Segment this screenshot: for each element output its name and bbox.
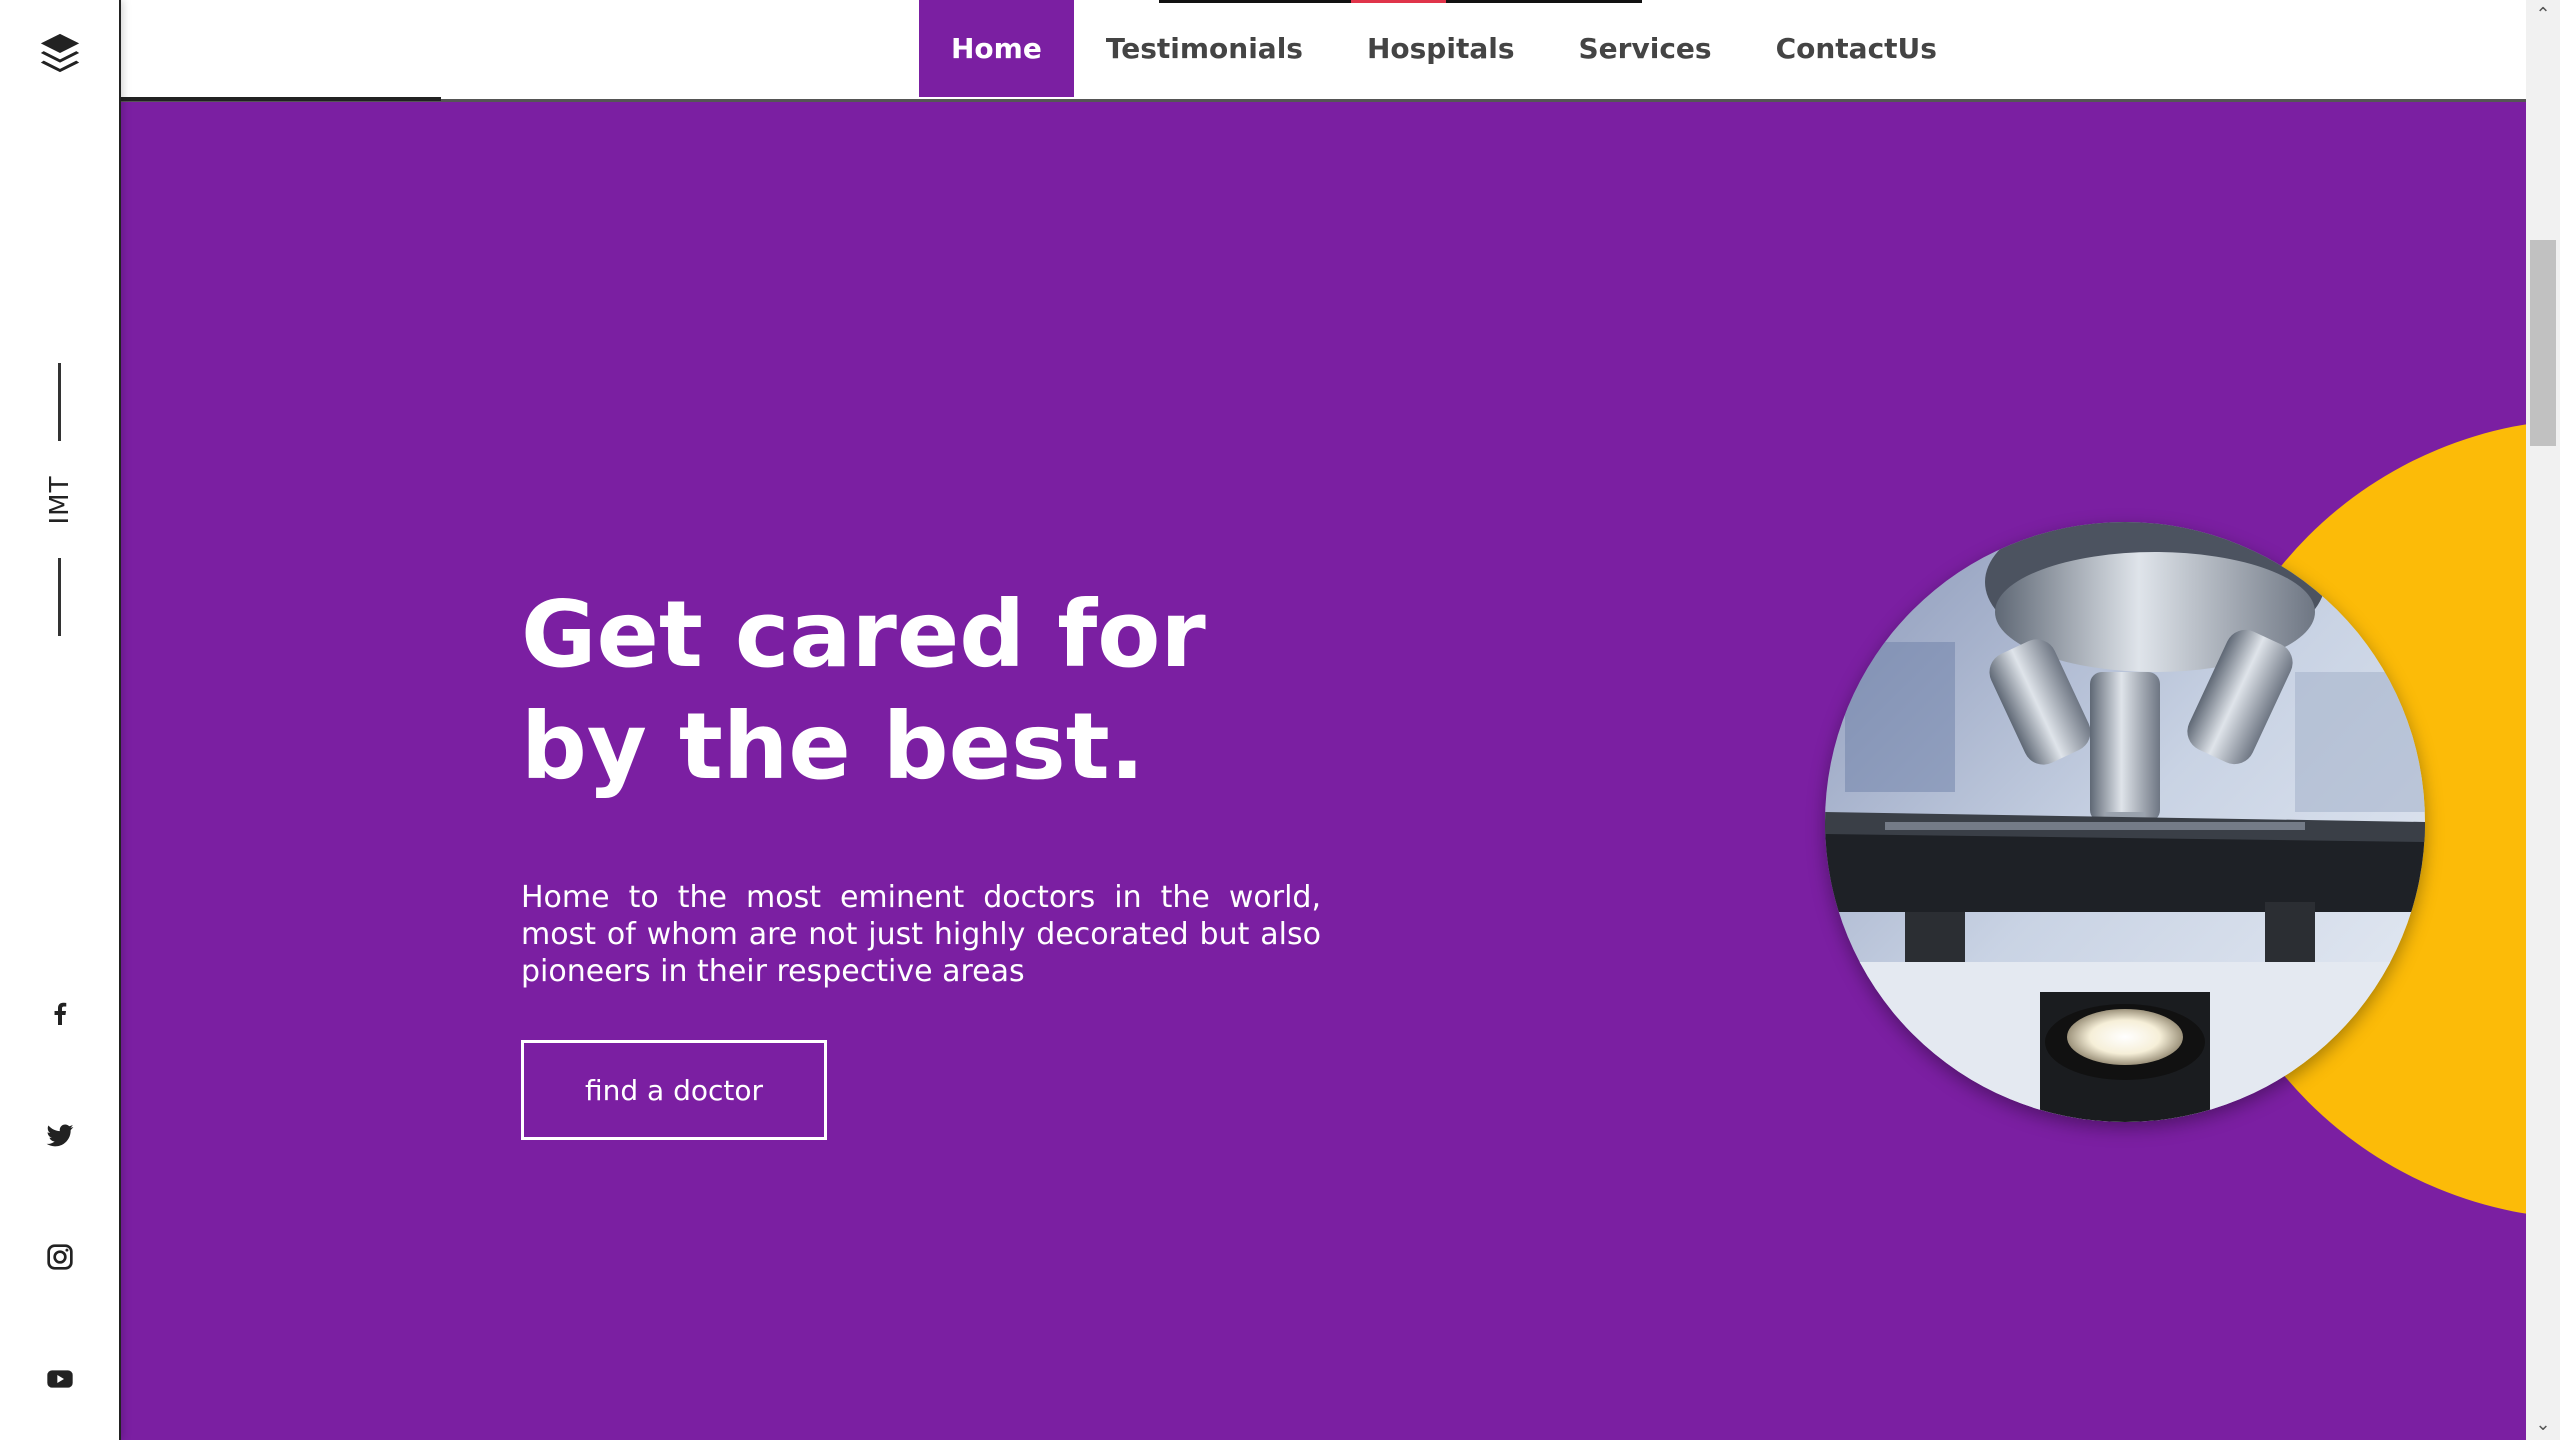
divider-line-bottom [58, 558, 61, 636]
nav-testimonials[interactable]: Testimonials [1074, 0, 1335, 97]
youtube-icon[interactable] [44, 1363, 76, 1395]
twitter-icon[interactable] [44, 1119, 76, 1151]
brand-name: IMT [45, 475, 75, 525]
scrollbar[interactable]: ⌃ ⌄ [2526, 0, 2560, 1440]
find-doctor-button[interactable]: find a doctor [521, 1040, 827, 1140]
instagram-icon[interactable] [44, 1241, 76, 1273]
layers-icon[interactable] [37, 30, 83, 76]
hero-title: Get cared for by the best. [521, 581, 1206, 800]
top-navigation: Home Testimonials Hospitals Services Con… [121, 0, 2526, 102]
microscope-photo [1825, 522, 2425, 1122]
nav-contactus[interactable]: ContactUs [1744, 0, 1969, 97]
scrollbar-thumb[interactable] [2530, 240, 2556, 446]
main-menu: Home Testimonials Hospitals Services Con… [919, 0, 1969, 97]
hero-section: Get cared for by the best. Home to the m… [121, 99, 2526, 1440]
scroll-down-icon[interactable]: ⌄ [2526, 1410, 2560, 1440]
nav-home[interactable]: Home [919, 0, 1074, 97]
sidebar-border [119, 0, 121, 1440]
scroll-up-icon[interactable]: ⌃ [2526, 0, 2560, 30]
divider-line-top [58, 363, 61, 441]
nav-hospitals[interactable]: Hospitals [1335, 0, 1547, 97]
facebook-icon[interactable] [44, 997, 76, 1029]
nav-underline [121, 97, 441, 101]
hero-description: Home to the most eminent doctors in the … [521, 880, 1321, 989]
nav-services[interactable]: Services [1547, 0, 1744, 97]
sidebar: IMT [0, 0, 121, 1440]
